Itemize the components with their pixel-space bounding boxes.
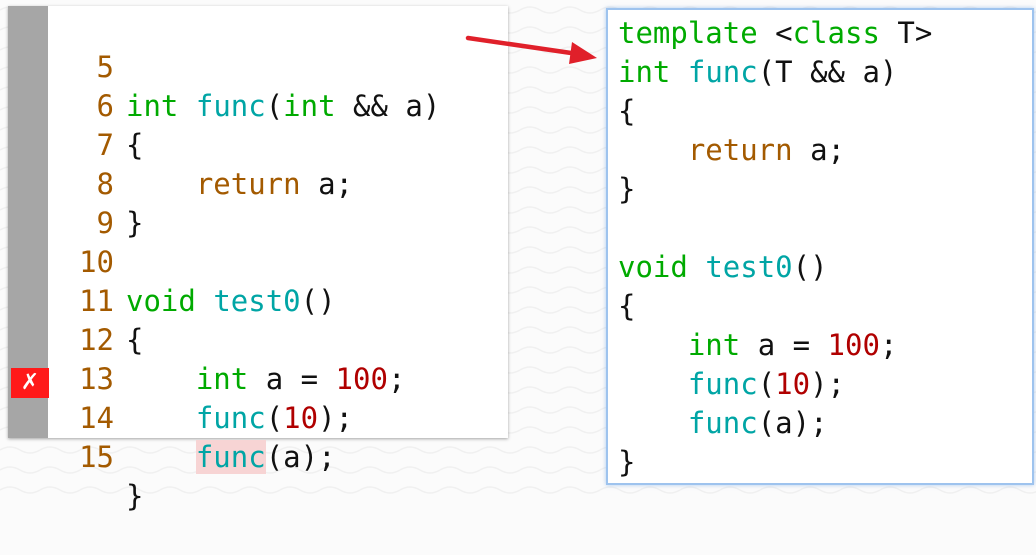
arrow-icon bbox=[465, 35, 597, 64]
